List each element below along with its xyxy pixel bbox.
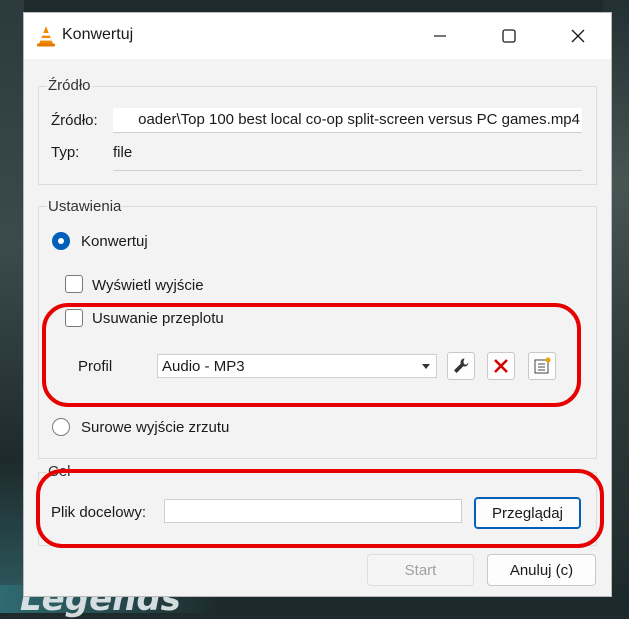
title-bar[interactable]: Konwertuj <box>24 13 611 59</box>
raw-dump-label[interactable]: Surowe wyjście zrzutu <box>81 419 229 436</box>
settings-group-label: Ustawienia <box>47 198 123 215</box>
maximize-icon <box>502 29 516 43</box>
cancel-button-label: Anuluj (c) <box>509 561 574 579</box>
source-group-label: Źródło <box>47 77 92 94</box>
vlc-cone-icon <box>37 26 55 47</box>
close-icon <box>571 29 585 43</box>
minimize-button[interactable] <box>417 13 463 59</box>
annotation-highlight-destination <box>36 469 604 548</box>
type-value: file <box>113 144 133 161</box>
convert-dialog: Konwertuj Źródło Źródło: oader\Top 100 b… <box>23 12 612 597</box>
convert-radio[interactable] <box>52 232 70 250</box>
convert-radio-label[interactable]: Konwertuj <box>81 233 148 250</box>
raw-dump-radio[interactable] <box>52 418 70 436</box>
show-output-checkbox[interactable] <box>65 275 83 293</box>
source-path-field[interactable]: oader\Top 100 best local co-op split-scr… <box>113 108 582 133</box>
cancel-button[interactable]: Anuluj (c) <box>487 554 596 586</box>
show-output-label[interactable]: Wyświetl wyjście <box>92 277 204 294</box>
close-button[interactable] <box>555 13 601 59</box>
source-path-value: oader\Top 100 best local co-op split-scr… <box>138 111 580 128</box>
maximize-button[interactable] <box>486 13 532 59</box>
background-left <box>0 0 24 613</box>
start-button[interactable]: Start <box>367 554 474 586</box>
type-label: Typ: <box>51 144 80 161</box>
source-label: Źródło: <box>51 112 98 129</box>
start-button-label: Start <box>404 561 437 579</box>
annotation-highlight-profile <box>42 303 581 407</box>
minimize-icon <box>434 35 446 37</box>
window-title: Konwertuj <box>62 26 134 43</box>
source-separator <box>113 170 582 171</box>
